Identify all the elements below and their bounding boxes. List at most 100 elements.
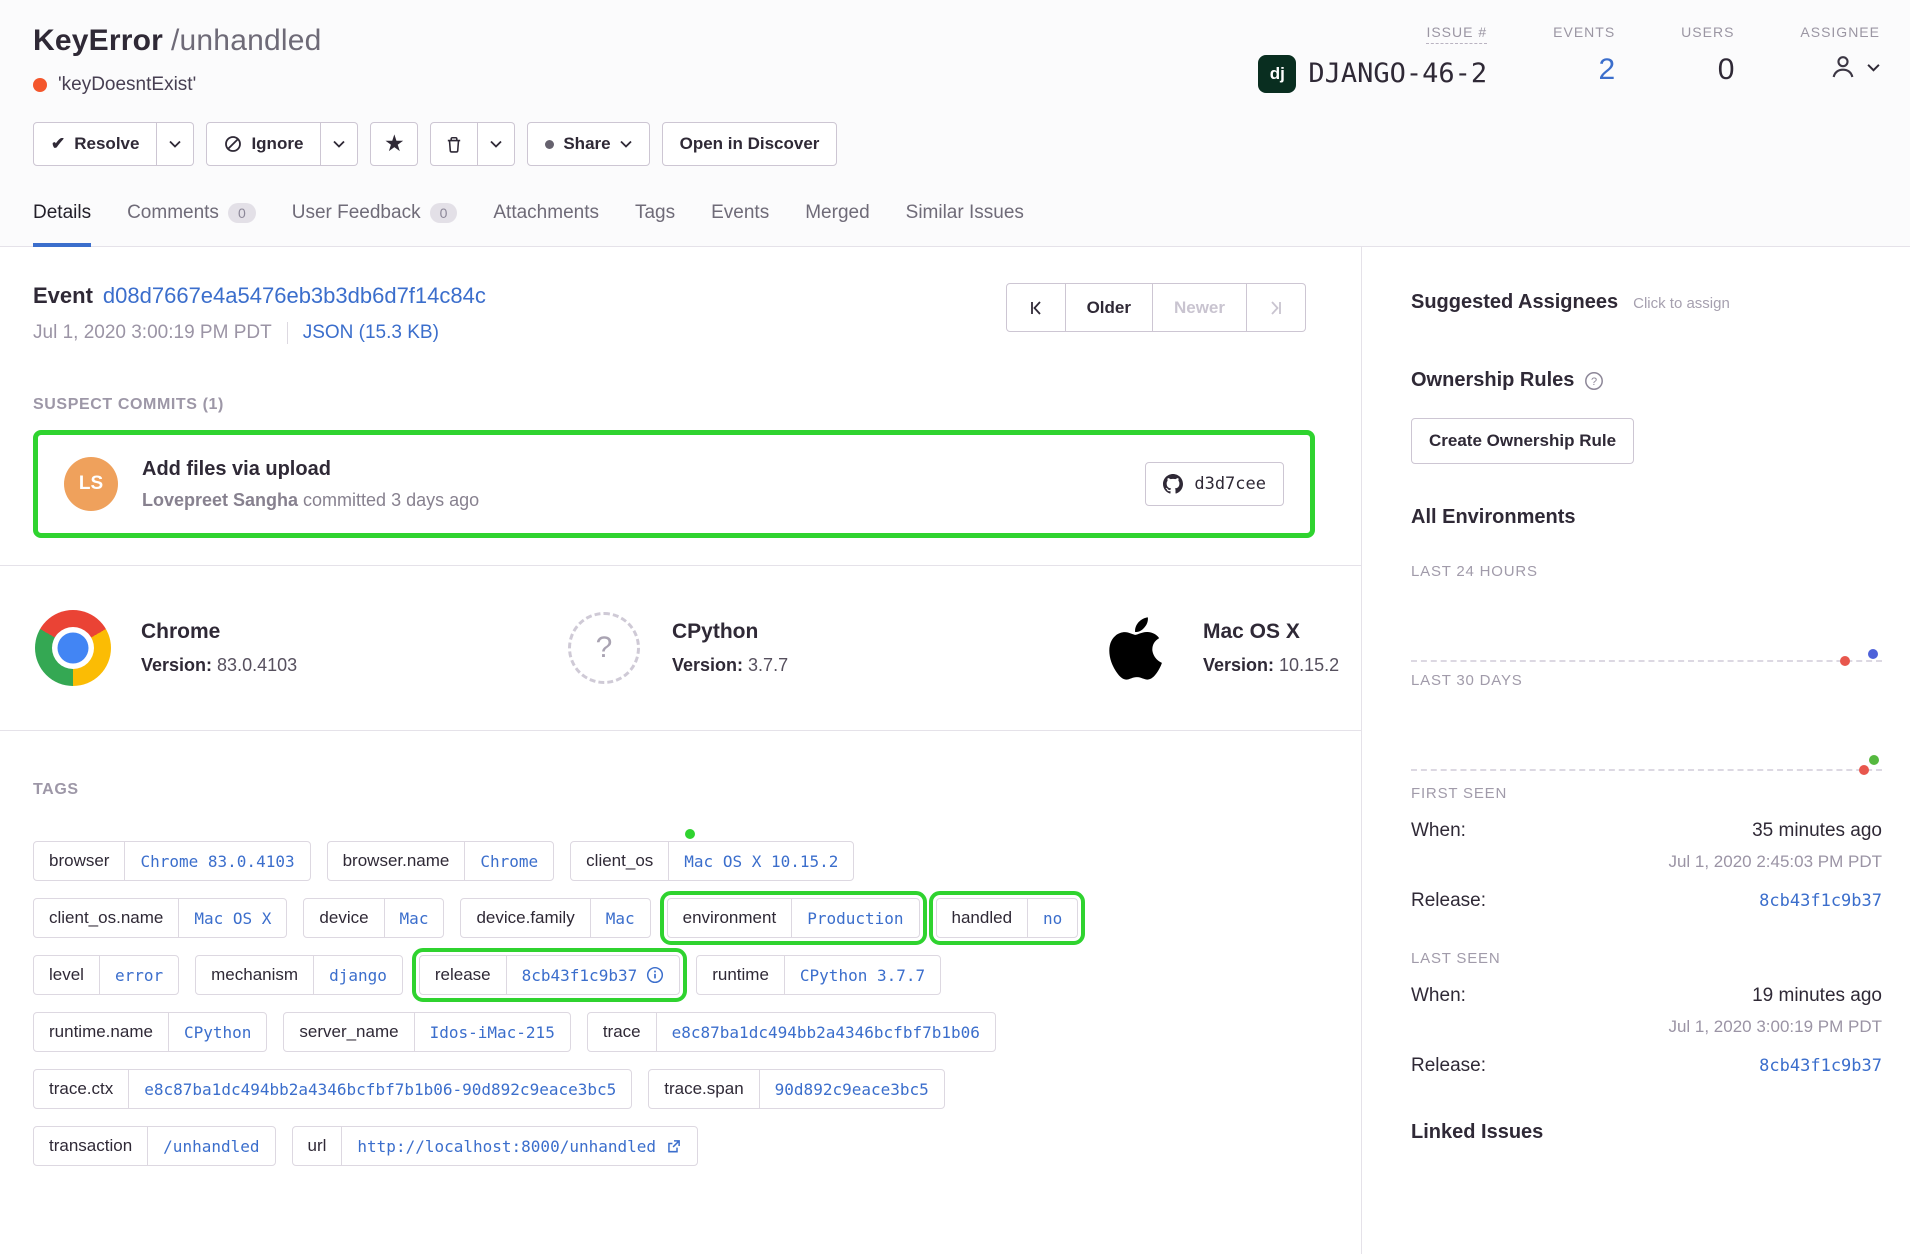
tag-value-text: e8c87ba1dc494bb2a4346bcfbf7b1b06-90d892c… xyxy=(144,1080,616,1099)
tag-value-text: Mac xyxy=(400,909,429,928)
bookmark-button[interactable]: ★ xyxy=(370,122,418,166)
tag-url: urlhttp://localhost:8000/unhandled xyxy=(292,1126,699,1166)
delete-dropdown-button[interactable] xyxy=(478,122,515,166)
resolve-button[interactable]: ✔ Resolve xyxy=(33,122,157,166)
tag-value-link[interactable]: Mac OS X xyxy=(178,899,286,937)
users-count[interactable]: 0 xyxy=(1718,51,1735,89)
sparkline-baseline xyxy=(1411,769,1882,771)
last-seen-release-row: Release: 8cb43f1c9b37 xyxy=(1411,1055,1882,1077)
share-button[interactable]: Share xyxy=(527,122,649,166)
stat-issue-number: ISSUE # dj DJANGO-46-2 xyxy=(1258,24,1487,93)
external-link-icon[interactable] xyxy=(665,1138,682,1155)
tag-value-link[interactable]: Mac xyxy=(384,899,444,937)
tab-details[interactable]: Details xyxy=(33,202,91,247)
commit-sha-button[interactable]: d3d7cee xyxy=(1145,462,1284,506)
tag-row: levelerrormechanismdjangorelease8cb43f1c… xyxy=(33,955,1315,995)
context-version: Version: 83.0.4103 xyxy=(141,655,297,676)
commit-author-avatar: LS xyxy=(64,457,118,511)
tab-label: Attachments xyxy=(493,202,599,224)
context-version-label: Version: xyxy=(672,655,743,675)
info-icon[interactable] xyxy=(646,966,664,984)
open-in-discover-button[interactable]: Open in Discover xyxy=(662,122,838,166)
check-icon: ✔ xyxy=(51,134,65,154)
tag-key: device.family xyxy=(461,899,589,937)
tag-value-link[interactable]: Mac xyxy=(590,899,650,937)
ignore-dropdown-button[interactable] xyxy=(321,122,358,166)
tag-value-link[interactable]: Production xyxy=(791,899,918,937)
contexts-section: ChromeVersion: 83.0.4103?CPythonVersion:… xyxy=(0,566,1361,731)
tag-transaction: transaction/unhandled xyxy=(33,1126,276,1166)
tag-environment: environmentProduction xyxy=(667,898,920,938)
tab-similar-issues[interactable]: Similar Issues xyxy=(906,202,1024,247)
tag-value-text: CPython 3.7.7 xyxy=(800,966,925,985)
tag-value-link[interactable]: /unhandled xyxy=(147,1127,274,1165)
tag-value-link[interactable]: e8c87ba1dc494bb2a4346bcfbf7b1b06 xyxy=(656,1013,995,1051)
issue-culprit-text: 'keyDoesntExist' xyxy=(58,74,196,96)
help-icon[interactable]: ? xyxy=(1584,371,1604,391)
tag-value-text: /unhandled xyxy=(163,1137,259,1156)
chevron-down-icon xyxy=(490,140,502,148)
last-24-hours-label: LAST 24 HOURS xyxy=(1411,563,1882,580)
events-sparkline-24h xyxy=(1411,580,1882,672)
tag-value-link[interactable]: Chrome 83.0.4103 xyxy=(124,842,309,880)
tag-server-name: server_nameIdos-iMac-215 xyxy=(283,1012,570,1052)
tag-value-link[interactable]: django xyxy=(313,956,402,994)
tag-value-text: no xyxy=(1043,909,1062,928)
ignore-button[interactable]: Ignore xyxy=(206,122,321,166)
tag-value-link[interactable]: 90d892c9eace3bc5 xyxy=(759,1070,944,1108)
first-seen-ago: 35 minutes ago xyxy=(1752,820,1882,842)
tag-value-link[interactable]: http://localhost:8000/unhandled xyxy=(341,1127,697,1165)
tab-comments[interactable]: Comments0 xyxy=(127,202,256,247)
tag-value-link[interactable]: CPython 3.7.7 xyxy=(784,956,940,994)
tab-label: Tags xyxy=(635,202,675,224)
issue-details-page: KeyError/unhandled 'keyDoesntExist' ISSU… xyxy=(0,0,1910,1254)
assignee-selector[interactable] xyxy=(1827,51,1880,83)
first-seen-release-link[interactable]: 8cb43f1c9b37 xyxy=(1759,891,1882,911)
tag-key: transaction xyxy=(34,1127,147,1165)
tag-value-link[interactable]: error xyxy=(99,956,178,994)
tag-value-link[interactable]: Chrome xyxy=(464,842,553,880)
issue-type: KeyError xyxy=(33,24,163,57)
tab-attachments[interactable]: Attachments xyxy=(493,202,599,247)
tab-tags[interactable]: Tags xyxy=(635,202,675,247)
tab-label: Similar Issues xyxy=(906,202,1024,224)
tag-value-link[interactable]: CPython xyxy=(168,1013,266,1051)
event-json-link[interactable]: JSON (15.3 KB) xyxy=(287,322,439,344)
oldest-event-button[interactable] xyxy=(1006,283,1066,332)
tag-key: trace.ctx xyxy=(34,1070,128,1108)
tag-value-link[interactable]: Idos-iMac-215 xyxy=(414,1013,570,1051)
tab-events[interactable]: Events xyxy=(711,202,769,247)
last-seen-release-link[interactable]: 8cb43f1c9b37 xyxy=(1759,1056,1882,1076)
tag-value-link[interactable]: e8c87ba1dc494bb2a4346bcfbf7b1b06-90d892c… xyxy=(128,1070,631,1108)
tag-value-link[interactable]: 8cb43f1c9b37 xyxy=(506,956,680,994)
newest-event-button[interactable] xyxy=(1247,283,1306,332)
create-ownership-rule-button[interactable]: Create Ownership Rule xyxy=(1411,418,1634,464)
ignore-button-label: Ignore xyxy=(251,134,303,154)
tag-mechanism: mechanismdjango xyxy=(195,955,403,995)
issue-number-label: ISSUE # xyxy=(1426,24,1487,44)
newer-event-button[interactable]: Newer xyxy=(1153,283,1247,332)
tab-label: Details xyxy=(33,202,91,224)
tag-value-link[interactable]: no xyxy=(1027,899,1077,937)
tag-value-link[interactable]: Mac OS X 10.15.2 xyxy=(668,842,853,880)
event-label: Event xyxy=(33,283,93,308)
event-id-link[interactable]: d08d7667e4a5476eb3b3db6d7f14c84c xyxy=(103,283,486,308)
issue-header: KeyError/unhandled 'keyDoesntExist' ISSU… xyxy=(0,0,1910,247)
tag-client-os: client_osMac OS X 10.15.2 xyxy=(570,841,854,881)
tag-runtime: runtimeCPython 3.7.7 xyxy=(696,955,941,995)
first-seen-label: FIRST SEEN xyxy=(1411,785,1882,802)
tab-merged[interactable]: Merged xyxy=(805,202,869,247)
tab-user-feedback[interactable]: User Feedback0 xyxy=(292,202,458,247)
older-event-button[interactable]: Older xyxy=(1066,283,1153,332)
when-label: When: xyxy=(1411,985,1466,1007)
resolve-dropdown-button[interactable] xyxy=(157,122,194,166)
tag-value-text: Mac OS X 10.15.2 xyxy=(684,852,838,871)
events-count[interactable]: 2 xyxy=(1598,51,1615,89)
ownership-rules-title: Ownership Rules xyxy=(1411,369,1574,392)
stat-events: EVENTS 2 xyxy=(1553,24,1615,89)
delete-button[interactable] xyxy=(430,122,478,166)
event-header-section: Eventd08d7667e4a5476eb3b3db6d7f14c84c Ju… xyxy=(0,247,1361,396)
commit-meta: Lovepreet Sangha committed 3 days ago xyxy=(142,490,1145,511)
release-label: Release: xyxy=(1411,1055,1486,1077)
tag-handled: handledno xyxy=(936,898,1079,938)
